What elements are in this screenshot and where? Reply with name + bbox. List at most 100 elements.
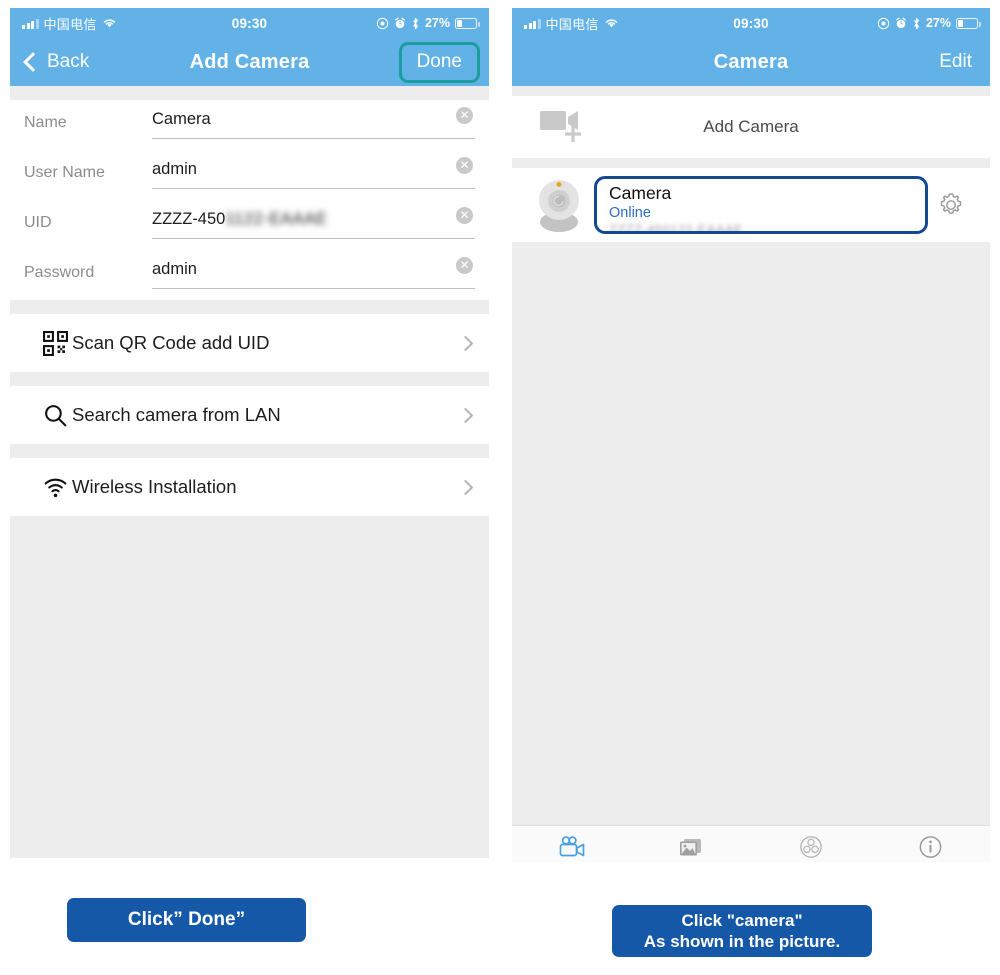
camera-status: Online: [609, 205, 651, 221]
bluetooth-icon: [413, 17, 418, 29]
caption-text-line1: Click "camera": [681, 911, 803, 930]
done-label: Done: [416, 50, 462, 72]
password-field[interactable]: admin ✕: [152, 250, 475, 289]
form-row-name: Name Camera ✕: [24, 100, 475, 150]
photos-icon: [680, 838, 702, 855]
chevron-left-icon: [23, 52, 43, 72]
location-icon: [376, 17, 389, 29]
menu-item-scan-qr[interactable]: Scan QR Code add UID: [10, 314, 489, 372]
alarm-clock-icon: [395, 17, 405, 29]
uid-label: UID: [24, 214, 52, 231]
signal-bars-icon: [524, 18, 541, 29]
battery-icon: [455, 17, 480, 29]
tab-about[interactable]: About: [871, 826, 991, 862]
password-value: admin: [152, 260, 197, 278]
bluetooth-icon: [914, 17, 919, 29]
edit-label: Edit: [939, 51, 972, 72]
status-bar-right-group: 27%: [376, 16, 489, 30]
section-gap: [10, 86, 489, 100]
back-label: Back: [47, 51, 90, 72]
chevron-right-icon: [457, 407, 474, 423]
name-value: Camera: [152, 110, 211, 128]
wifi-icon: [103, 19, 115, 28]
form-row-uid: UID ZZZZ-450 1122-EAAAE ✕: [24, 200, 475, 250]
menu-item-label: Search camera from LAN: [72, 404, 281, 425]
battery-percent-label: 27%: [925, 16, 951, 30]
caption-text-line2: As shown in the picture.: [643, 932, 841, 951]
edit-button[interactable]: Edit: [939, 51, 990, 73]
done-button[interactable]: Done: [398, 41, 480, 83]
username-value: admin: [152, 160, 197, 178]
caption-click-done: Click” Done”: [67, 898, 306, 942]
section-gap: [512, 158, 990, 168]
nav-bar-left: Back Add Camera Done: [10, 38, 489, 86]
uid-field[interactable]: ZZZZ-450 1122-EAAAE ✕: [152, 200, 475, 239]
username-label: User Name: [24, 164, 105, 181]
video-camera-plus-icon: [538, 106, 594, 149]
status-bar-left: 中国电信 09:30 27%: [10, 8, 489, 38]
password-label: Password: [24, 264, 95, 281]
menu-item-search-lan[interactable]: Search camera from LAN: [10, 386, 489, 444]
camera-list-item[interactable]: Camera Online ZZZZ-450122-EAAAE: [512, 168, 990, 242]
camera-uid: ZZZZ-450122-EAAAE: [609, 222, 743, 234]
section-gap: [512, 86, 990, 96]
tab-label: About: [914, 862, 947, 863]
carrier-label: 中国电信: [43, 16, 97, 32]
clear-icon[interactable]: ✕: [456, 207, 473, 224]
battery-percent-label: 27%: [424, 16, 450, 30]
wifi-icon: [605, 19, 617, 28]
menu-item-label: Wireless Installation: [72, 476, 237, 497]
wifi-icon: [38, 475, 72, 500]
camera-name: Camera: [609, 183, 672, 203]
form-row-username: User Name admin ✕: [24, 150, 475, 200]
carrier-label: 中国电信: [545, 16, 599, 32]
right-content: Add Camera Camera Online ZZZZ-450122-EAA…: [512, 86, 990, 862]
location-icon: [877, 17, 890, 29]
status-bar-left-group: 中国电信: [512, 14, 619, 33]
section-gap: [10, 372, 489, 386]
tab-video[interactable]: Video: [751, 826, 871, 862]
camera-info-highlight[interactable]: Camera Online ZZZZ-450122-EAAAE: [594, 176, 928, 234]
gear-icon[interactable]: [928, 191, 974, 219]
camera-form: Name Camera ✕ User Name admin ✕ UID ZZZZ…: [10, 100, 489, 300]
chevron-right-icon: [457, 479, 474, 495]
form-row-password: Password admin ✕: [24, 250, 475, 300]
tab-label: Picture: [672, 861, 711, 863]
tab-picture[interactable]: Picture: [632, 826, 752, 862]
clear-icon[interactable]: ✕: [456, 257, 473, 274]
clear-icon[interactable]: ✕: [456, 157, 473, 174]
add-camera-row[interactable]: Add Camera: [512, 96, 990, 158]
film-reel-icon: [799, 835, 822, 858]
status-bar-right-group: 27%: [877, 16, 990, 30]
section-gap: [10, 300, 489, 314]
phone-screen-camera-list: 中国电信 09:30 27% Camera Edit Add Camera Ca…: [512, 8, 990, 862]
name-label: Name: [24, 114, 67, 131]
tab-label: Camera: [550, 861, 594, 863]
caption-click-camera: Click "camera" As shown in the picture.: [612, 905, 872, 957]
clear-icon[interactable]: ✕: [456, 107, 473, 124]
nav-bar-right: Camera Edit: [512, 38, 990, 86]
name-field[interactable]: Camera ✕: [152, 100, 475, 139]
section-gap: [10, 444, 489, 458]
info-circle-icon: [919, 835, 942, 858]
uid-value-redacted: 1122-EAAAE: [225, 210, 328, 228]
left-content: Name Camera ✕ User Name admin ✕ UID ZZZZ…: [10, 86, 489, 858]
tab-bar: Camera Picture Video: [512, 825, 990, 862]
alarm-clock-icon: [896, 17, 906, 29]
status-bar-right: 中国电信 09:30 27%: [512, 8, 990, 38]
qr-code-icon: [38, 330, 72, 356]
phone-screen-add-camera: 中国电信 09:30 27% Back Add Camera Done Name…: [10, 8, 489, 858]
chevron-right-icon: [457, 335, 474, 351]
status-bar-left-group: 中国电信: [10, 14, 117, 33]
webcam-icon: [526, 176, 592, 234]
menu-item-label: Scan QR Code add UID: [72, 332, 270, 353]
magnifier-icon: [38, 403, 72, 428]
caption-text: Click” Done”: [127, 909, 246, 930]
back-button[interactable]: Back: [10, 51, 89, 73]
tab-camera[interactable]: Camera: [512, 826, 632, 862]
username-field[interactable]: admin ✕: [152, 150, 475, 189]
tab-label: Video: [795, 862, 827, 863]
battery-icon: [956, 17, 981, 29]
camera-list-empty-area: [512, 242, 990, 825]
menu-item-wireless-installation[interactable]: Wireless Installation: [10, 458, 489, 516]
